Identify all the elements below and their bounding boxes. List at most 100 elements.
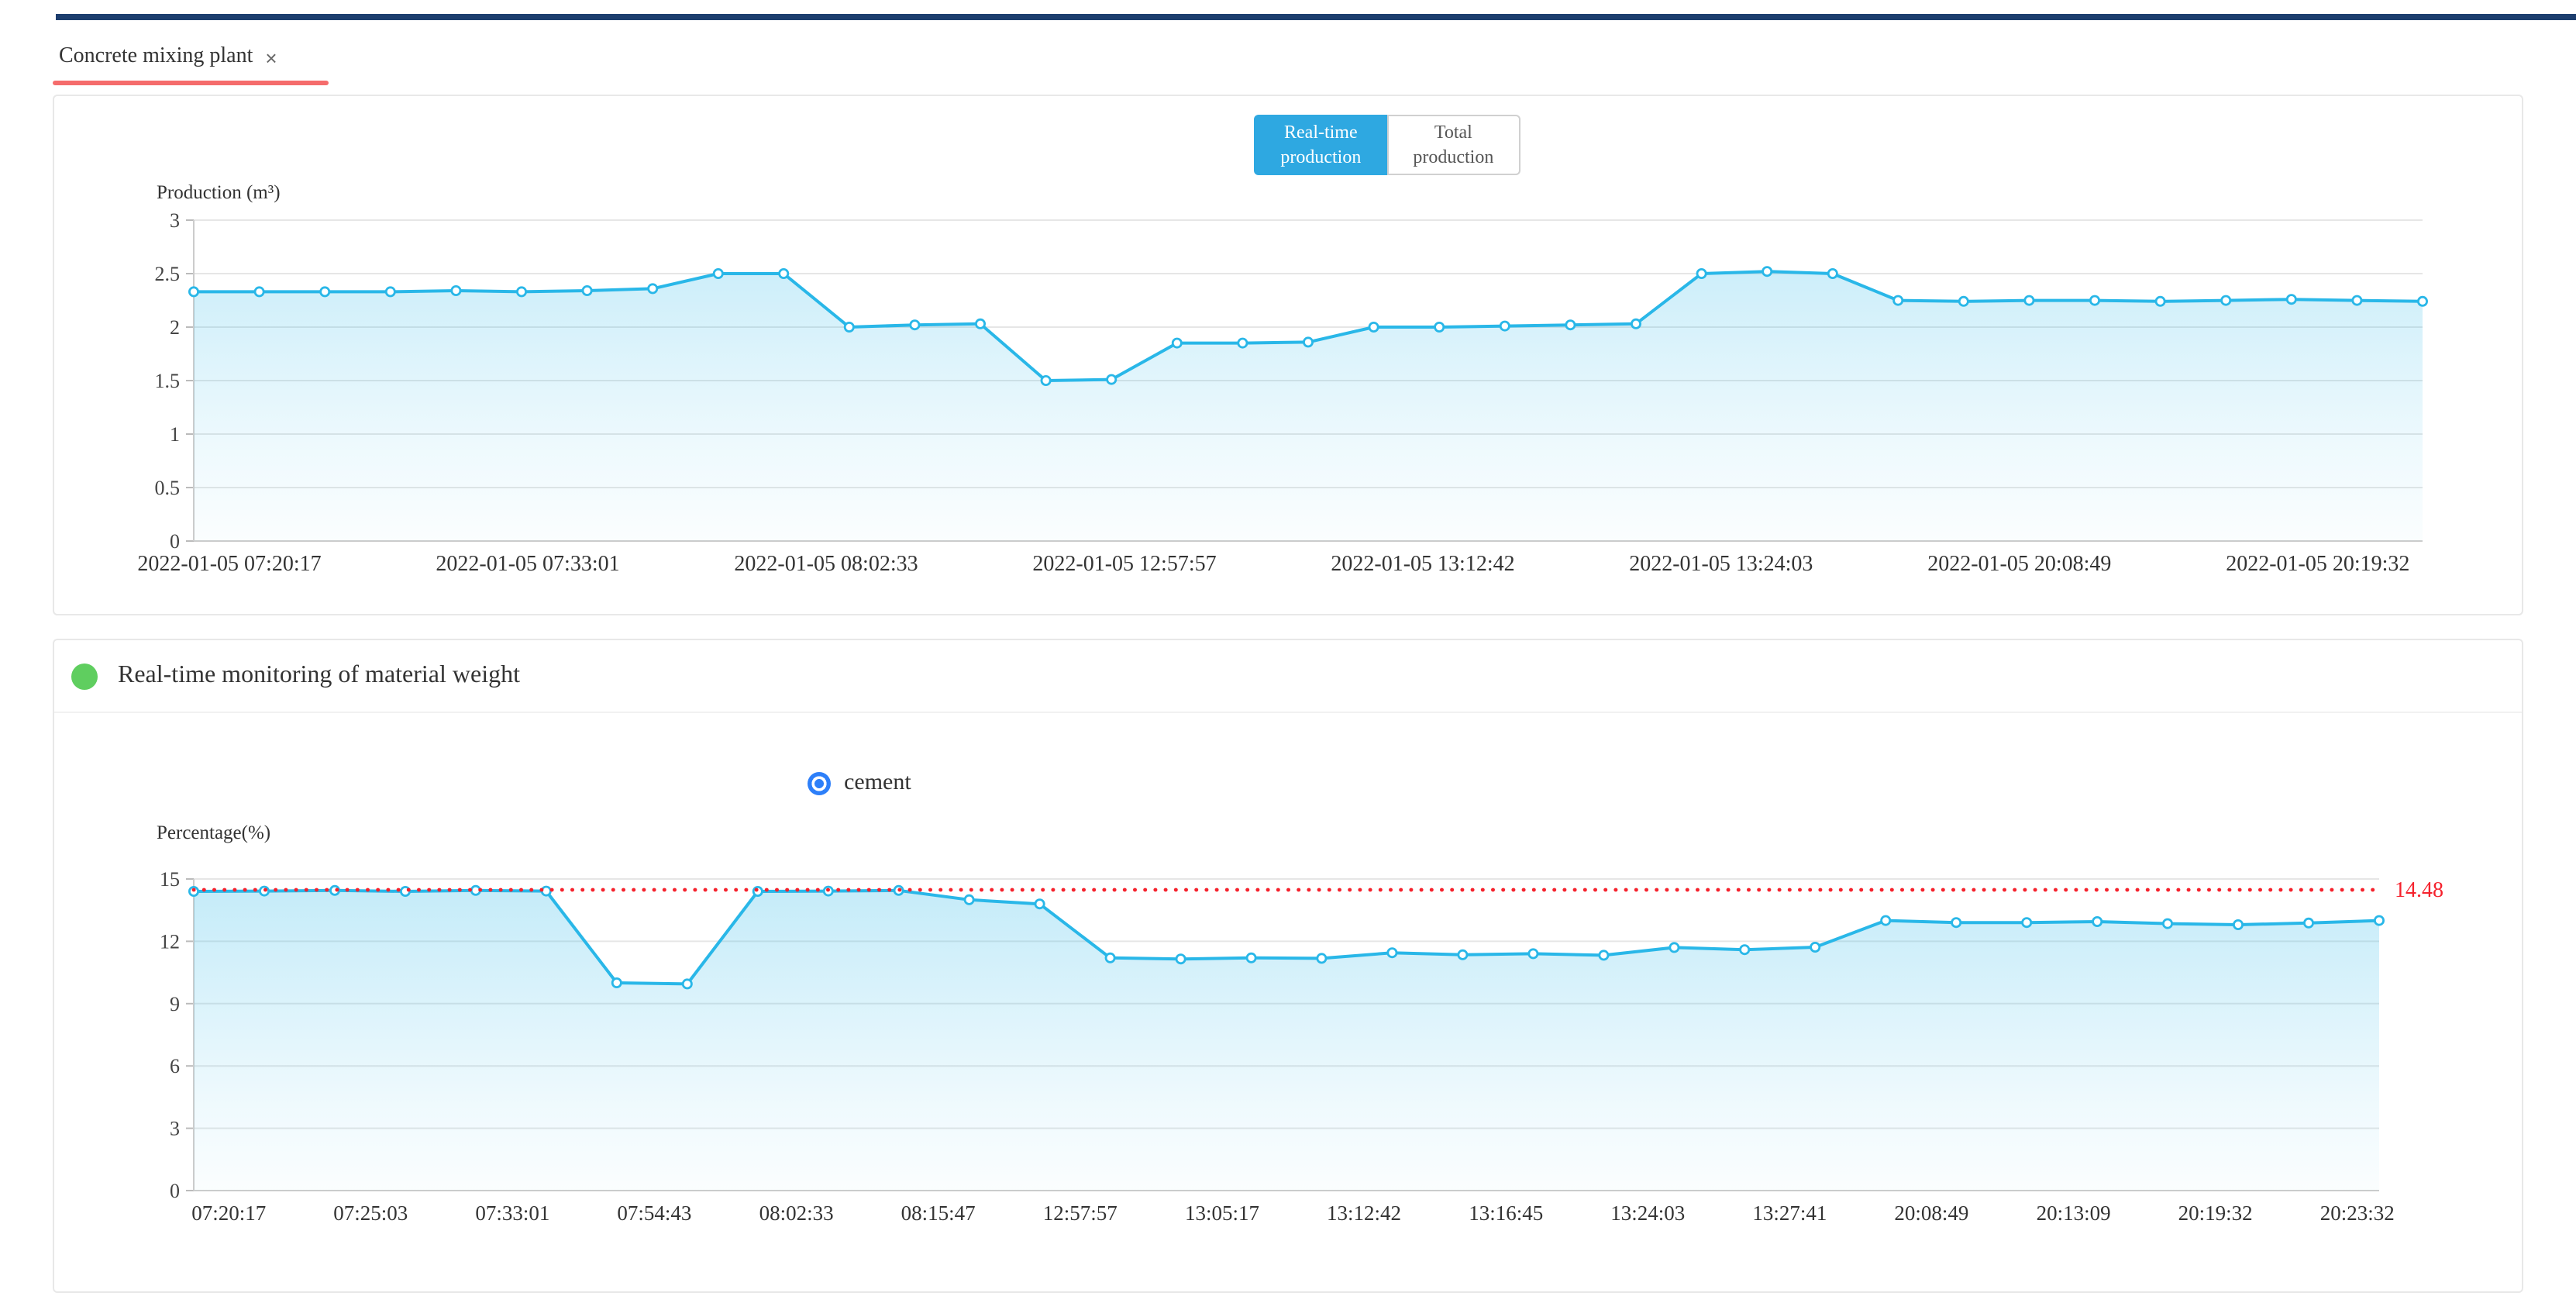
series-marker — [386, 288, 394, 296]
series-marker — [2418, 297, 2426, 305]
series-marker — [1435, 322, 1444, 331]
series-marker — [2093, 917, 2102, 925]
series-marker — [1670, 943, 1679, 952]
material-section-header: Real-time monitoring of material weight — [54, 640, 2522, 713]
x-tick-label: 08:15:47 — [901, 1201, 976, 1225]
cement-legend[interactable]: cement — [807, 770, 911, 797]
series-marker — [2156, 297, 2164, 305]
x-tick-label: 07:54:43 — [617, 1201, 691, 1225]
series-marker — [517, 288, 525, 296]
series-marker — [1631, 319, 1640, 328]
x-tick-label: 2022-01-05 13:12:42 — [1331, 552, 1514, 576]
series-marker — [1763, 267, 1772, 276]
material-section-title: Real-time monitoring of material weight — [118, 662, 520, 690]
series-marker — [976, 319, 984, 328]
cement-radio-label[interactable]: cement — [844, 770, 911, 797]
series-marker — [2287, 295, 2295, 304]
series-marker — [1600, 951, 1608, 960]
series-marker — [189, 288, 198, 296]
series-marker — [1741, 946, 1749, 954]
x-tick-label: 2022-01-05 13:24:03 — [1629, 552, 1813, 576]
series-marker — [1566, 321, 1575, 329]
x-tick-label: 08:02:33 — [759, 1201, 834, 1225]
series-marker — [1458, 950, 1467, 959]
cement-radio[interactable] — [807, 772, 830, 795]
y-tick-label: 15 — [160, 868, 180, 891]
y-axis-title: Percentage(%) — [157, 822, 270, 843]
x-tick-label: 20:08:49 — [1894, 1201, 1968, 1225]
y-tick-label: 1.5 — [155, 370, 181, 392]
series-marker — [612, 978, 621, 987]
y-tick-label: 0.5 — [155, 477, 181, 499]
y-tick-label: 3 — [170, 209, 180, 232]
series-area — [194, 271, 2423, 541]
series-marker — [1882, 916, 1890, 925]
series-marker — [2353, 296, 2361, 305]
series-marker — [1247, 953, 1255, 962]
series-marker — [1317, 954, 1326, 963]
series-marker — [583, 286, 591, 295]
production-chart-svg: 00.511.522.532022-01-05 07:20:172022-01-… — [88, 180, 2488, 598]
y-tick-label: 9 — [170, 993, 180, 1015]
series-marker — [780, 269, 788, 277]
production-chart[interactable]: 00.511.522.532022-01-05 07:20:172022-01-… — [88, 180, 2488, 598]
x-tick-label: 13:16:45 — [1469, 1201, 1543, 1225]
series-marker — [1042, 376, 1050, 384]
x-tick-label: 2022-01-05 07:33:01 — [436, 552, 619, 576]
series-marker — [2090, 296, 2099, 305]
series-marker — [1238, 339, 1247, 347]
tab-close-icon[interactable]: × — [265, 47, 277, 67]
series-marker — [965, 895, 973, 904]
series-marker — [2023, 919, 2031, 927]
x-tick-label: 2022-01-05 20:19:32 — [2226, 552, 2409, 576]
series-marker — [321, 288, 329, 296]
y-tick-label: 3 — [170, 1118, 180, 1140]
series-marker — [2304, 919, 2313, 927]
series-marker — [753, 887, 762, 895]
series-marker — [649, 284, 657, 293]
series-marker — [452, 286, 460, 295]
x-tick-label: 20:19:32 — [2178, 1201, 2253, 1225]
y-tick-label: 0 — [170, 1180, 180, 1202]
y-tick-label: 2.5 — [155, 263, 181, 285]
series-marker — [714, 269, 722, 277]
series-marker — [2163, 919, 2171, 928]
x-tick-label: 20:23:32 — [2320, 1201, 2395, 1225]
threshold-label: 14.48 — [2395, 878, 2443, 902]
series-marker — [2233, 920, 2242, 929]
tab-active-underline — [53, 81, 329, 85]
series-marker — [911, 321, 919, 329]
series-marker — [542, 887, 550, 895]
y-tick-label: 12 — [160, 930, 180, 953]
dashboard-page: Concrete mixing plant × Real-time produc… — [0, 0, 2576, 1296]
material-weight-chart-svg: 0369121507:20:1707:25:0307:33:0107:54:43… — [88, 805, 2488, 1236]
series-marker — [1952, 919, 1961, 927]
production-panel: Real-time production Total production 0 0… — [53, 95, 2523, 615]
series-marker — [1894, 296, 1903, 305]
y-tick-label: 0 — [170, 530, 180, 553]
material-weight-panel: Real-time monitoring of material weight … — [53, 639, 2523, 1293]
series-marker — [2025, 296, 2034, 305]
series-marker — [2375, 916, 2383, 925]
x-tick-label: 20:13:09 — [2037, 1201, 2111, 1225]
series-marker — [1106, 953, 1114, 962]
x-tick-label: 2022-01-05 20:08:49 — [1927, 552, 2111, 576]
x-tick-label: 13:27:41 — [1752, 1201, 1827, 1225]
series-marker — [1303, 338, 1312, 346]
realtime-production-button[interactable]: Real-time production — [1253, 115, 1386, 175]
series-marker — [683, 980, 691, 988]
y-tick-label: 2 — [170, 316, 180, 339]
x-tick-label: 13:05:17 — [1185, 1201, 1259, 1225]
series-marker — [1369, 322, 1378, 331]
y-axis-title: Production (m³) — [157, 182, 281, 203]
top-divider — [56, 14, 2576, 20]
x-tick-label: 07:33:01 — [475, 1201, 549, 1225]
series-marker — [845, 322, 853, 331]
tab-concrete-mixing-plant[interactable]: Concrete mixing plant × — [59, 45, 277, 70]
production-toggle-group: Real-time production Total production — [1253, 115, 1520, 175]
total-production-button[interactable]: Total production — [1386, 115, 1520, 175]
material-weight-chart[interactable]: 0369121507:20:1707:25:0307:33:0107:54:43… — [88, 805, 2488, 1236]
x-tick-label: 2022-01-05 08:02:33 — [734, 552, 918, 576]
series-marker — [1828, 269, 1837, 277]
series-marker — [255, 288, 263, 296]
